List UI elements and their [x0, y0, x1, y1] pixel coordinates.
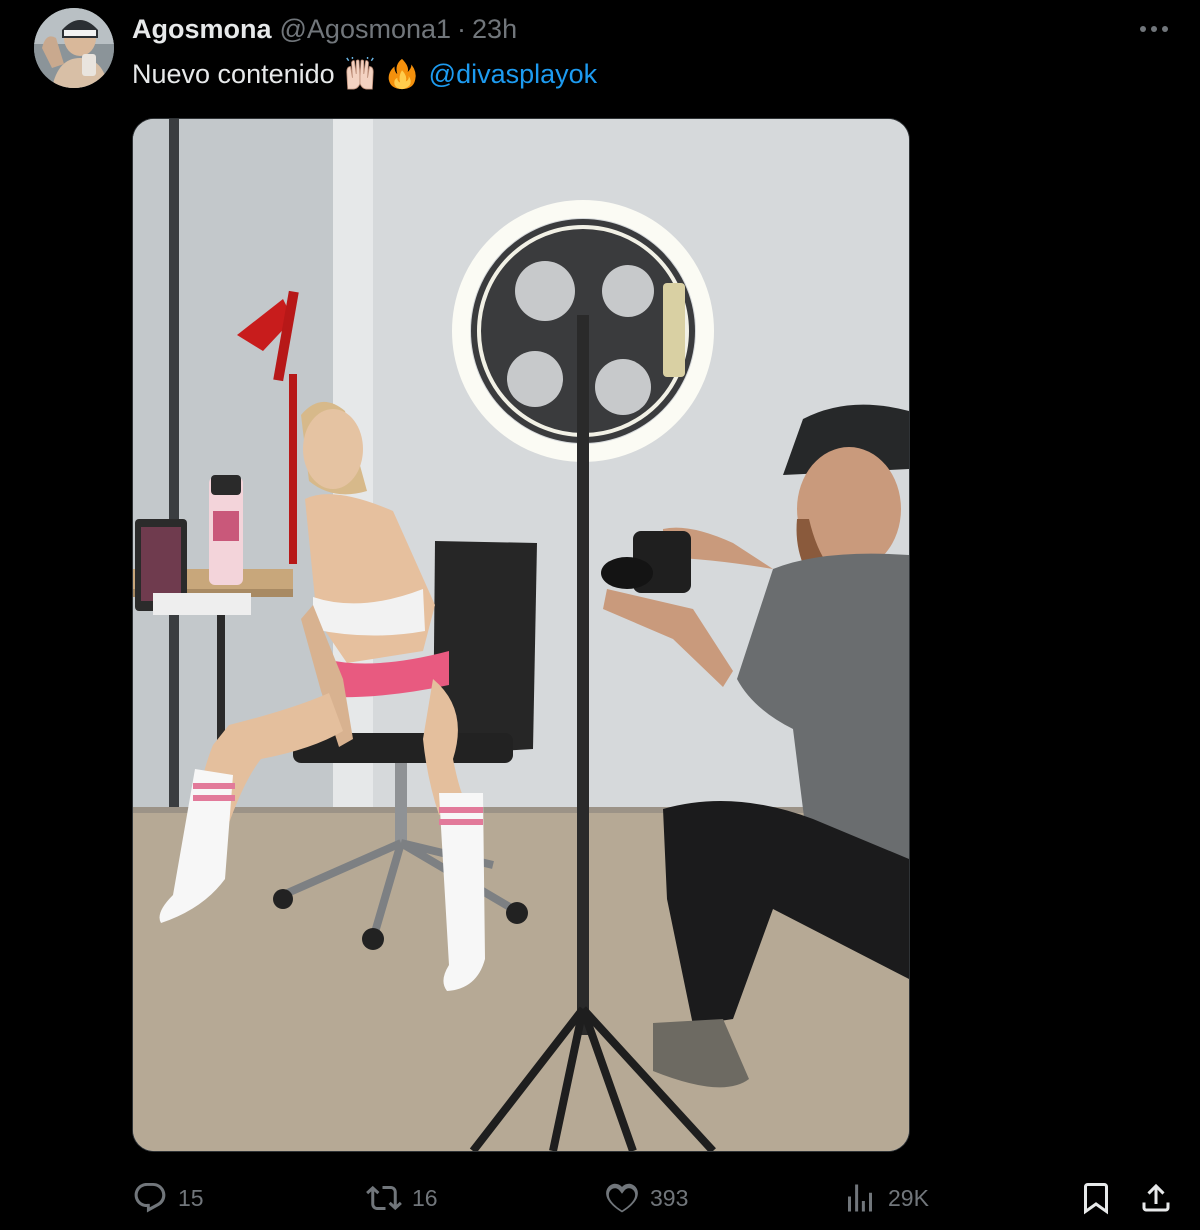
- photo-illustration: [133, 119, 909, 1151]
- share-icon: [1142, 1183, 1170, 1212]
- reply-icon: [134, 1183, 166, 1213]
- avatar-image: [34, 8, 114, 88]
- repost-count: 16: [412, 1184, 438, 1211]
- author-display-name[interactable]: Agosmona: [132, 14, 272, 45]
- tweet-text-body: Nuevo contenido: [132, 58, 335, 89]
- like-icon: [606, 1183, 638, 1213]
- views-count: 29K: [888, 1184, 929, 1211]
- like-count: 393: [650, 1184, 689, 1211]
- repost-button[interactable]: 16: [366, 1176, 438, 1220]
- more-button[interactable]: [1136, 14, 1172, 44]
- raised-hands-emoji: [345, 57, 374, 90]
- share-button[interactable]: [1138, 1176, 1174, 1220]
- bookmark-button[interactable]: [1078, 1176, 1114, 1220]
- tweet-header: Agosmona @Agosmona1 · 23h: [132, 12, 517, 46]
- tweet-text: Nuevo contenido @divasplayok: [132, 56, 597, 92]
- separator-dot: ·: [457, 13, 467, 44]
- tweet[interactable]: Agosmona @Agosmona1 · 23h Nuevo contenid…: [0, 0, 1200, 1230]
- tweet-action-bar: 15 16 393 29K: [132, 1176, 1172, 1220]
- tweet-media-photo[interactable]: [132, 118, 910, 1152]
- bookmark-icon: [1084, 1183, 1108, 1215]
- views-icon: [848, 1184, 872, 1212]
- repost-icon: [366, 1185, 402, 1211]
- fire-emoji: [388, 58, 416, 90]
- like-button[interactable]: 393: [604, 1176, 688, 1220]
- mention-link[interactable]: @divasplayok: [429, 59, 598, 90]
- avatar[interactable]: [34, 8, 114, 88]
- tweet-timestamp[interactable]: 23h: [472, 14, 517, 45]
- reply-count: 15: [178, 1184, 204, 1211]
- author-handle[interactable]: @Agosmona1: [280, 14, 452, 45]
- views-button[interactable]: 29K: [842, 1176, 929, 1220]
- reply-button[interactable]: 15: [132, 1176, 204, 1220]
- more-icon: [1140, 26, 1168, 32]
